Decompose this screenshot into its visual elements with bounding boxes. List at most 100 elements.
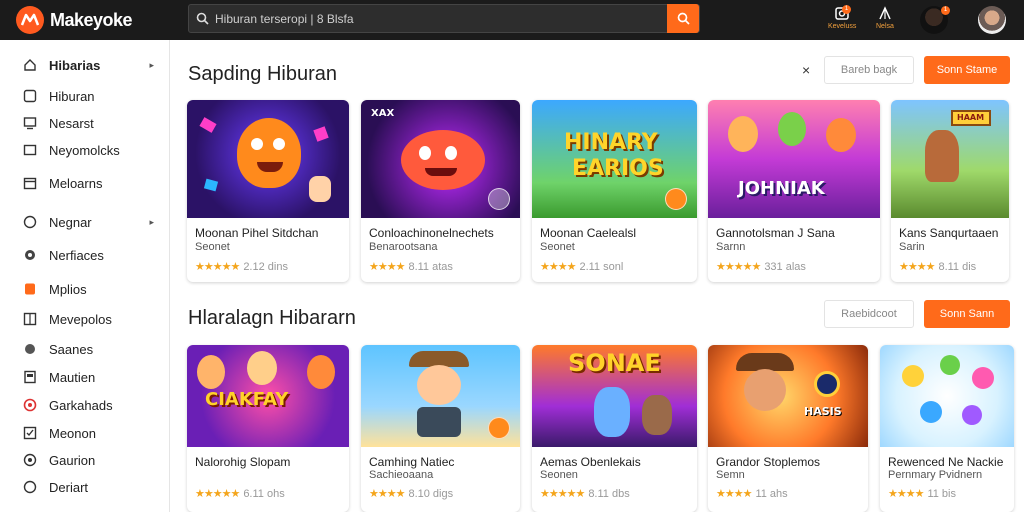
sidebar-item-deriart[interactable]: Deriart xyxy=(0,475,170,499)
card-title: Grandor Stoplemos xyxy=(716,455,821,469)
game-card[interactable]: XAX Conloachinonelnechets Benarootsana ★… xyxy=(361,100,520,282)
game-card[interactable]: Camhing Natiec Sachieoaana ★★★★ 8.10 digs xyxy=(361,345,520,512)
sidebar-item-gaurion[interactable]: Gaurion xyxy=(0,448,170,472)
avatar-badge: 1 xyxy=(941,6,950,15)
top-bar: Makeyoke Hiburan terseropi | 8 Blsfa 1 K… xyxy=(0,0,1024,40)
art-crafty-word: CIAKFAY xyxy=(205,389,289,410)
download-button[interactable]: 1 Keveluss xyxy=(828,5,856,30)
card-title: Kans Sanqurtaaen xyxy=(899,226,999,240)
pin-icon xyxy=(23,480,37,494)
search-button-icon xyxy=(677,12,690,25)
tent-button[interactable]: Nelsa xyxy=(876,5,894,30)
sidebar-item-label: Meloarns xyxy=(49,175,103,191)
section-title: Sapding Hiburan xyxy=(188,63,337,85)
card-meta: ★★★★ 8.10 digs xyxy=(369,488,454,500)
card-subtitle: Seonet xyxy=(195,241,230,253)
tent-label: Nelsa xyxy=(876,23,894,30)
brand-logo[interactable]: Makeyoke xyxy=(16,6,186,34)
rating-stars: ★★★★ xyxy=(540,261,576,273)
card-meta: ★★★★ 11 bis xyxy=(888,488,956,500)
rating-stars: ★★★★★ xyxy=(195,488,240,500)
sidebar: Hibarias ▸ Hiburan Nesarst Neyomolcks Me… xyxy=(0,40,170,512)
sidebar-item-label: Deriart xyxy=(49,479,89,495)
sidebar-item-meloarns[interactable]: Meloarns xyxy=(0,171,170,195)
sidebar-item-mplios[interactable]: Mplios xyxy=(0,277,170,301)
card-meta: ★★★★★ 331 alas xyxy=(716,261,806,273)
search-button[interactable] xyxy=(667,4,699,33)
sidebar-item-hiburan[interactable]: Hiburan xyxy=(0,84,170,108)
card-meta: ★★★★ 11 ahs xyxy=(716,488,788,500)
game-card[interactable]: JOHNIAK Gannotolsman J Sana Sarnn ★★★★★ 3… xyxy=(708,100,880,282)
game-card[interactable]: Rewenced Ne Nackie Pernmary Pvidnern ★★★… xyxy=(880,345,1014,512)
profile-avatar[interactable] xyxy=(978,6,1006,34)
sidebar-item-label: Hibarias xyxy=(49,57,101,73)
play-icon[interactable] xyxy=(488,188,510,210)
sidebar-item-mautien[interactable]: Mautien xyxy=(0,365,170,389)
secondary-button[interactable]: Bareb bagk xyxy=(824,56,914,84)
art-some-word: SONAE xyxy=(568,349,661,377)
fish-art: XAX xyxy=(361,100,520,218)
game-card[interactable]: CIAKFAY Nalorohig Slopam ★★★★★ 6.11 ohs xyxy=(187,345,349,512)
search-icon xyxy=(189,12,215,25)
search-bar[interactable]: Hiburan terseropi | 8 Blsfa xyxy=(188,4,700,33)
home-icon xyxy=(23,58,37,72)
card-subtitle: Pernmary Pvidnern xyxy=(888,469,983,481)
chevron-right-icon[interactable]: ▸ xyxy=(149,217,154,228)
sidebar-item-mevepolos[interactable]: Mevepolos xyxy=(0,307,170,331)
sidebar-item-neyomolcks[interactable]: Neyomolcks xyxy=(0,138,170,162)
chevron-right-icon[interactable]: ▸ xyxy=(149,60,154,71)
primary-button[interactable]: Sonn Stame xyxy=(924,56,1010,84)
play-icon[interactable] xyxy=(665,188,687,210)
rating-stars: ★★★★★ xyxy=(540,488,585,500)
sidebar-item-meonon[interactable]: Meonon xyxy=(0,421,170,445)
tent-icon xyxy=(879,6,891,20)
user-avatar[interactable]: 1 xyxy=(920,6,950,34)
title-art: HINARY EARIOS xyxy=(532,100,697,218)
rating-stars: ★★★★ xyxy=(716,488,752,500)
rating-stars: ★★★★ xyxy=(369,488,405,500)
adventure-art: HAAM xyxy=(891,100,1009,218)
primary-button[interactable]: Sonn Sann xyxy=(924,300,1010,328)
card-meta: ★★★★★ 8.11 dbs xyxy=(540,488,630,500)
card-subtitle: Seonen xyxy=(540,469,578,481)
download-label: Keveluss xyxy=(828,23,857,30)
card-subtitle: Semn xyxy=(716,469,745,481)
sidebar-item-hibarias[interactable]: Hibarias ▸ xyxy=(0,53,170,77)
card-subtitle: Sarin xyxy=(899,241,925,253)
card-subtitle: Seonet xyxy=(540,241,575,253)
game-card[interactable]: HASIS Grandor Stoplemos Semn ★★★★ 11 ahs xyxy=(708,345,868,512)
sidebar-item-label: Garkahads xyxy=(49,397,113,413)
sidebar-item-label: Meonon xyxy=(49,425,96,441)
sidebar-item-saanes[interactable]: Saanes xyxy=(0,337,170,361)
calendar-icon xyxy=(23,176,37,190)
sidebar-item-garkahads[interactable]: Garkahads xyxy=(0,393,170,417)
art-adventure-sign: HAAM xyxy=(957,113,985,122)
sidebar-item-label: Mplios xyxy=(49,281,87,297)
globe-icon xyxy=(23,398,37,412)
search-input[interactable]: Hiburan terseropi | 8 Blsfa xyxy=(215,12,667,26)
rating-stars: ★★★★ xyxy=(369,261,405,273)
play-icon[interactable] xyxy=(488,417,510,439)
brand-name: Makeyoke xyxy=(50,9,133,30)
monitor-icon xyxy=(23,116,37,130)
card-title: Gannotolsman J Sana xyxy=(716,226,835,240)
card-meta: ★★★★ 2.11 sonl xyxy=(540,261,624,273)
card-title: Rewenced Ne Nackie xyxy=(888,455,1004,469)
sidebar-item-label: Gaurion xyxy=(49,452,96,468)
game-card[interactable]: Moonan Pihel Sitdchan Seonet ★★★★★ 2.12 d… xyxy=(187,100,349,282)
circle-icon xyxy=(23,248,37,262)
sidebar-item-negnar[interactable]: Negnar ▸ xyxy=(0,210,170,234)
download-badge: 1 xyxy=(842,5,851,14)
fish-tag: XAX xyxy=(371,108,395,119)
game-card[interactable]: SONAE Aemas Obenlekais Seonen ★★★★★ 8.11 … xyxy=(532,345,697,512)
art-cowboy-sign: HASIS xyxy=(804,405,842,418)
sidebar-item-nerfiaces[interactable]: Nerfiaces xyxy=(0,243,170,267)
close-icon[interactable]: × xyxy=(802,62,810,78)
game-card[interactable]: HAAM Kans Sanqurtaaen Sarin ★★★★ 8.11 dis xyxy=(891,100,1009,282)
game-card[interactable]: HINARY EARIOS Moonan Caelealsl Seonet ★★… xyxy=(532,100,697,282)
grid-icon xyxy=(23,312,37,326)
tv-icon xyxy=(23,143,37,157)
sidebar-item-nesarst[interactable]: Nesarst xyxy=(0,111,170,135)
secondary-button[interactable]: Raebidcoot xyxy=(824,300,914,328)
card-title: Aemas Obenlekais xyxy=(540,455,641,469)
